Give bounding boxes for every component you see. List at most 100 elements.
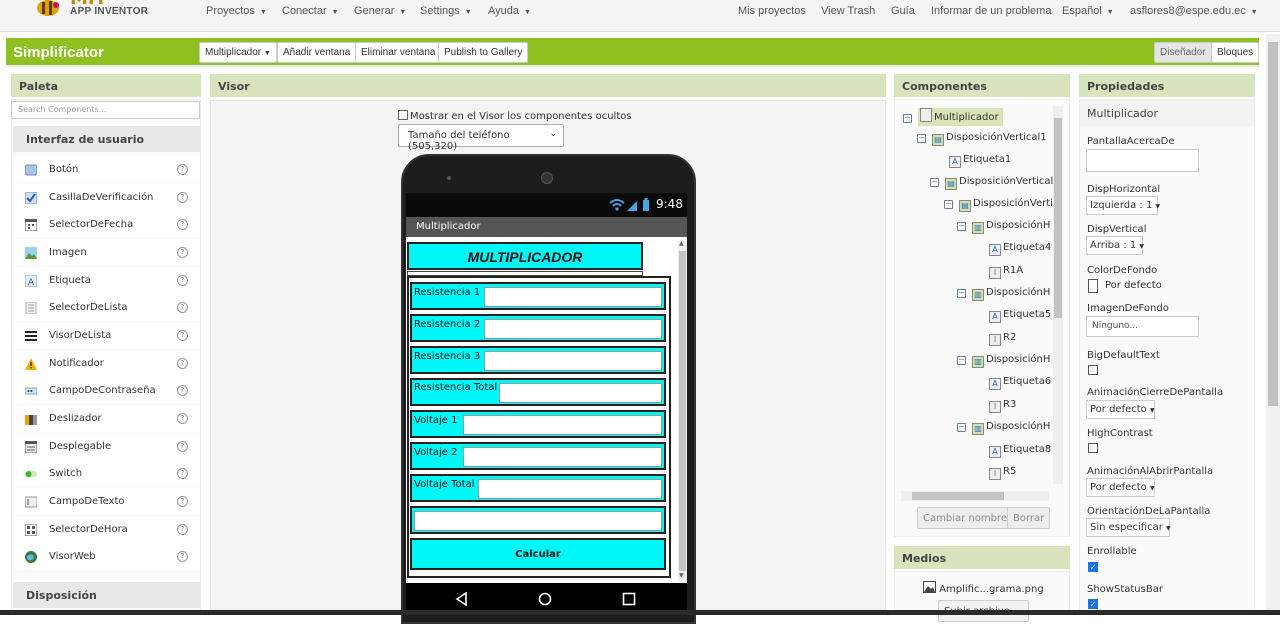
scroll-thumb[interactable] [679, 251, 686, 571]
prop-bgcolor-value[interactable]: Por defecto [1105, 280, 1162, 291]
prop-close-anim-select[interactable]: Por defecto ▼ [1086, 400, 1155, 419]
prop-orientation-select[interactable]: Sin especificar ▼ [1086, 518, 1171, 537]
back-triangle-icon[interactable] [455, 592, 469, 606]
help-icon[interactable]: ? [177, 385, 188, 396]
palette-item-passwordtextbox[interactable]: CampoDeContraseña ? [13, 377, 200, 404]
tree-horizontal-scrollbar[interactable] [901, 491, 1049, 501]
palette-item-button[interactable]: Botón ? [13, 156, 200, 183]
palette-item-datepicker[interactable]: SelectorDeFecha ? [13, 211, 200, 238]
palette-item-slider[interactable]: Deslizador ? [13, 405, 200, 432]
palette-search-input[interactable]: Search Components... [11, 101, 200, 119]
prop-about-textarea[interactable] [1086, 149, 1199, 172]
help-icon[interactable]: ? [177, 441, 188, 452]
tree-node-r2[interactable]: I R2 [989, 332, 1016, 346]
help-icon[interactable]: ? [177, 468, 188, 479]
menu-connect[interactable]: Conectar ▼ [282, 5, 339, 17]
help-icon[interactable]: ? [177, 164, 188, 175]
show-hidden-components-checkbox[interactable]: Mostrar en el Visor los componentes ocul… [398, 110, 632, 122]
menu-projects[interactable]: Proyectos ▼ [206, 5, 267, 17]
home-circle-icon[interactable] [538, 592, 552, 606]
link-guide[interactable]: Guía [891, 5, 915, 17]
tree-node-r1a[interactable]: I R1A [989, 265, 1023, 279]
scroll-thumb[interactable] [1268, 42, 1278, 406]
help-icon[interactable]: ? [177, 275, 188, 286]
scroll-thumb[interactable] [1054, 118, 1062, 318]
add-screen-button[interactable]: Añadir ventana [277, 42, 357, 63]
prop-valign-select[interactable]: Arriba : 1 ▼ [1086, 236, 1144, 255]
prop-bigtext-checkbox[interactable] [1088, 365, 1098, 375]
palette-item-checkbox[interactable]: CasillaDeVerificación ? [13, 184, 200, 211]
prop-open-anim-select[interactable]: Por defecto ▼ [1086, 478, 1155, 497]
help-icon[interactable]: ? [177, 192, 188, 203]
help-icon[interactable]: ? [177, 524, 188, 535]
tree-vertical-scrollbar[interactable] [1053, 106, 1063, 484]
color-swatch[interactable] [1088, 279, 1098, 293]
tree-node-etiqueta8[interactable]: A Etiqueta8 [989, 444, 1051, 458]
palette-item-timepicker[interactable]: SelectorDeHora ? [13, 516, 200, 543]
palette-item-listpicker[interactable]: SelectorDeLista ? [13, 294, 200, 321]
voltage-2-input[interactable] [463, 447, 662, 467]
palette-item-switch[interactable]: Switch ? [13, 460, 200, 487]
palette-category-ui[interactable]: Interfaz de usuario [13, 126, 200, 152]
scroll-down-icon[interactable]: ▼ [679, 572, 684, 579]
palette-item-spinner[interactable]: Desplegable ? [13, 433, 200, 460]
palette-item-listview[interactable]: VisorDeLista ? [13, 322, 200, 349]
collapse-icon[interactable]: − [957, 423, 966, 432]
app-inventor-logo[interactable]: MIT APP INVENTOR [30, 0, 190, 28]
tree-node-etiqueta4[interactable]: A Etiqueta4 [989, 242, 1051, 256]
tree-node-horizontal2[interactable]: − ▥ DisposiciónH [957, 287, 1050, 301]
menu-language[interactable]: Español ▼ [1062, 5, 1114, 17]
prop-bgimage-input[interactable]: Ninguno... [1086, 316, 1199, 337]
checkbox-box[interactable] [398, 110, 408, 120]
screen-select-dropdown[interactable]: Multiplicador ▼ [199, 42, 277, 63]
prop-statusbar-checkbox[interactable]: ✓ [1088, 599, 1098, 609]
tree-node-vertical3[interactable]: − ▤ DisposiciónVerti [944, 198, 1053, 212]
collapse-icon[interactable]: − [903, 114, 912, 123]
link-view-trash[interactable]: View Trash [821, 5, 875, 17]
help-icon[interactable]: ? [177, 358, 188, 369]
help-icon[interactable]: ? [177, 330, 188, 341]
designer-button[interactable]: Diseñador [1154, 42, 1212, 63]
tree-node-etiqueta1[interactable]: A Etiqueta1 [949, 154, 1011, 168]
tree-node-horizontal1[interactable]: − ▥ DisposiciónH [957, 220, 1050, 234]
collapse-icon[interactable]: − [917, 134, 926, 143]
voltage-1-input[interactable] [463, 415, 662, 435]
prop-scrollable-checkbox[interactable]: ✓ [1088, 562, 1098, 572]
collapse-icon[interactable]: − [957, 289, 966, 298]
tree-node-vertical2[interactable]: − ▤ DisposiciónVertical [930, 176, 1053, 190]
result-input[interactable] [414, 511, 662, 531]
scroll-up-icon[interactable]: ▲ [679, 240, 684, 247]
tree-node-etiqueta5[interactable]: A Etiqueta5 [989, 309, 1051, 323]
menu-settings[interactable]: Settings ▼ [420, 5, 472, 17]
collapse-icon[interactable]: − [957, 222, 966, 231]
rename-component-button[interactable]: Cambiar nombre [917, 507, 1013, 529]
collapse-icon[interactable]: − [957, 356, 966, 365]
prop-contrast-checkbox[interactable] [1088, 443, 1098, 453]
help-icon[interactable]: ? [177, 219, 188, 230]
palette-item-webviewer[interactable]: VisorWeb ? [13, 543, 200, 570]
resistance-total-input[interactable] [499, 383, 662, 403]
tree-node-etiqueta6[interactable]: A Etiqueta6 [989, 376, 1051, 390]
help-icon[interactable]: ? [177, 551, 188, 562]
collapse-icon[interactable]: − [944, 200, 953, 209]
palette-item-notifier[interactable]: Notificador ? [13, 350, 200, 377]
palette-item-textbox[interactable]: CampoDeTexto ? [13, 488, 200, 515]
app-scrollbar[interactable]: ▲ ▼ [678, 240, 687, 581]
menu-build[interactable]: Generar ▼ [354, 5, 406, 17]
tree-node-root[interactable]: − Multiplicador [903, 108, 1003, 126]
remove-screen-button[interactable]: Eliminar ventana [355, 42, 442, 63]
help-icon[interactable]: ? [177, 302, 188, 313]
publish-gallery-button[interactable]: Publish to Gallery [438, 42, 529, 63]
page-scrollbar[interactable] [1266, 34, 1280, 615]
help-icon[interactable]: ? [177, 413, 188, 424]
resistance-3-input[interactable] [484, 351, 662, 371]
menu-help[interactable]: Ayuda ▼ [488, 5, 531, 17]
help-icon[interactable]: ? [177, 496, 188, 507]
prop-halign-select[interactable]: Izquierda : 1 ▼ [1086, 196, 1160, 215]
resistance-2-input[interactable] [484, 319, 662, 339]
resistance-1-input[interactable] [484, 287, 662, 307]
recents-square-icon[interactable] [622, 592, 636, 606]
scroll-thumb[interactable] [912, 492, 1004, 500]
link-report-problem[interactable]: Informar de un problema [931, 5, 1051, 17]
delete-component-button[interactable]: Borrar [1007, 507, 1051, 529]
